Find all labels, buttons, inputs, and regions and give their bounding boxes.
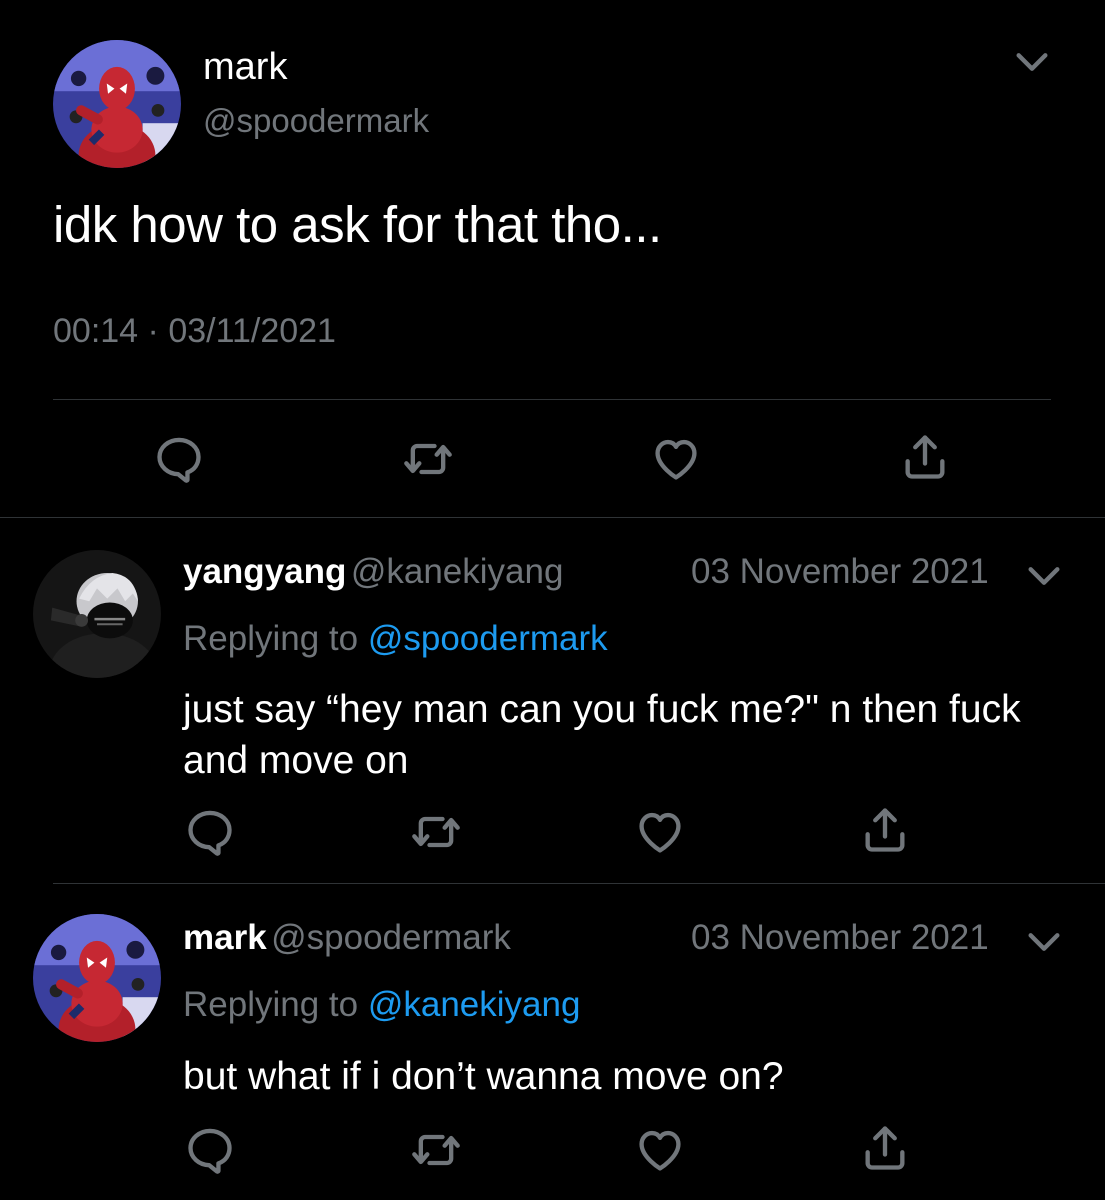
tweet-timestamp[interactable]: 00:14 · 03/11/2021 xyxy=(53,312,336,351)
spiderman-avatar-icon xyxy=(53,40,181,168)
retweet-button[interactable] xyxy=(410,806,462,858)
share-button[interactable] xyxy=(859,804,911,856)
heart-icon xyxy=(634,806,686,858)
reply-date[interactable]: 03 November 2021 xyxy=(691,918,989,958)
timestamp-separator: · xyxy=(147,312,159,350)
avatar[interactable] xyxy=(33,550,161,678)
replying-to: Replying to @kanekiyang xyxy=(183,985,580,1025)
reply-button[interactable] xyxy=(184,1124,236,1176)
share-icon xyxy=(899,431,951,483)
author-name[interactable]: mark xyxy=(203,46,287,89)
share-icon xyxy=(859,1122,911,1174)
heart-icon xyxy=(634,1124,686,1176)
tweet-text: idk how to ask for that tho... xyxy=(53,196,662,253)
reply-button[interactable] xyxy=(184,806,236,858)
heart-icon xyxy=(650,433,702,485)
retweet-icon xyxy=(410,806,462,858)
share-button[interactable] xyxy=(899,431,951,483)
reply-date[interactable]: 03 November 2021 xyxy=(691,552,989,592)
like-button[interactable] xyxy=(634,806,686,858)
chevron-down-icon xyxy=(1010,42,1054,82)
masked-person-avatar-icon xyxy=(33,550,161,678)
author-handle[interactable]: @kanekiyang xyxy=(351,552,564,591)
divider xyxy=(53,399,1051,400)
share-icon xyxy=(859,804,911,856)
reply-icon xyxy=(184,1124,236,1176)
retweet-button[interactable] xyxy=(410,1124,462,1176)
like-button[interactable] xyxy=(634,1124,686,1176)
reply-icon xyxy=(153,433,205,485)
replying-prefix: Replying to xyxy=(183,985,359,1024)
replying-to-link[interactable]: @kanekiyang xyxy=(368,985,581,1024)
like-button[interactable] xyxy=(650,433,702,485)
divider xyxy=(0,517,1105,518)
avatar[interactable] xyxy=(53,40,181,168)
author-name[interactable]: yangyang xyxy=(183,552,346,591)
tweet-time: 00:14 xyxy=(53,312,139,350)
tweet-menu-button[interactable] xyxy=(1022,922,1066,962)
tweet-menu-button[interactable] xyxy=(1010,42,1054,82)
chevron-down-icon xyxy=(1022,922,1066,962)
reply-button[interactable] xyxy=(153,433,205,485)
retweet-icon xyxy=(402,433,454,485)
replying-prefix: Replying to xyxy=(183,619,359,658)
divider xyxy=(53,883,1105,884)
replying-to: Replying to @spoodermark xyxy=(183,619,608,659)
author-name[interactable]: mark xyxy=(183,918,267,957)
chevron-down-icon xyxy=(1022,556,1066,596)
tweet-date: 03/11/2021 xyxy=(168,312,336,350)
reply-header: mark @spoodermark xyxy=(183,918,511,958)
replying-to-link[interactable]: @spoodermark xyxy=(368,619,608,658)
reply-text: but what if i don’t wanna move on? xyxy=(183,1055,784,1098)
reply-header: yangyang @kanekiyang xyxy=(183,552,563,592)
avatar[interactable] xyxy=(33,914,161,1042)
retweet-button[interactable] xyxy=(402,433,454,485)
share-button[interactable] xyxy=(859,1122,911,1174)
reply-text: just say “hey man can you fuck me?" n th… xyxy=(183,688,1021,782)
reply-icon xyxy=(184,806,236,858)
author-handle[interactable]: @spoodermark xyxy=(203,102,429,140)
author-handle[interactable]: @spoodermark xyxy=(271,918,511,957)
tweet-menu-button[interactable] xyxy=(1022,556,1066,596)
spiderman-avatar-icon xyxy=(33,914,161,1042)
retweet-icon xyxy=(410,1124,462,1176)
